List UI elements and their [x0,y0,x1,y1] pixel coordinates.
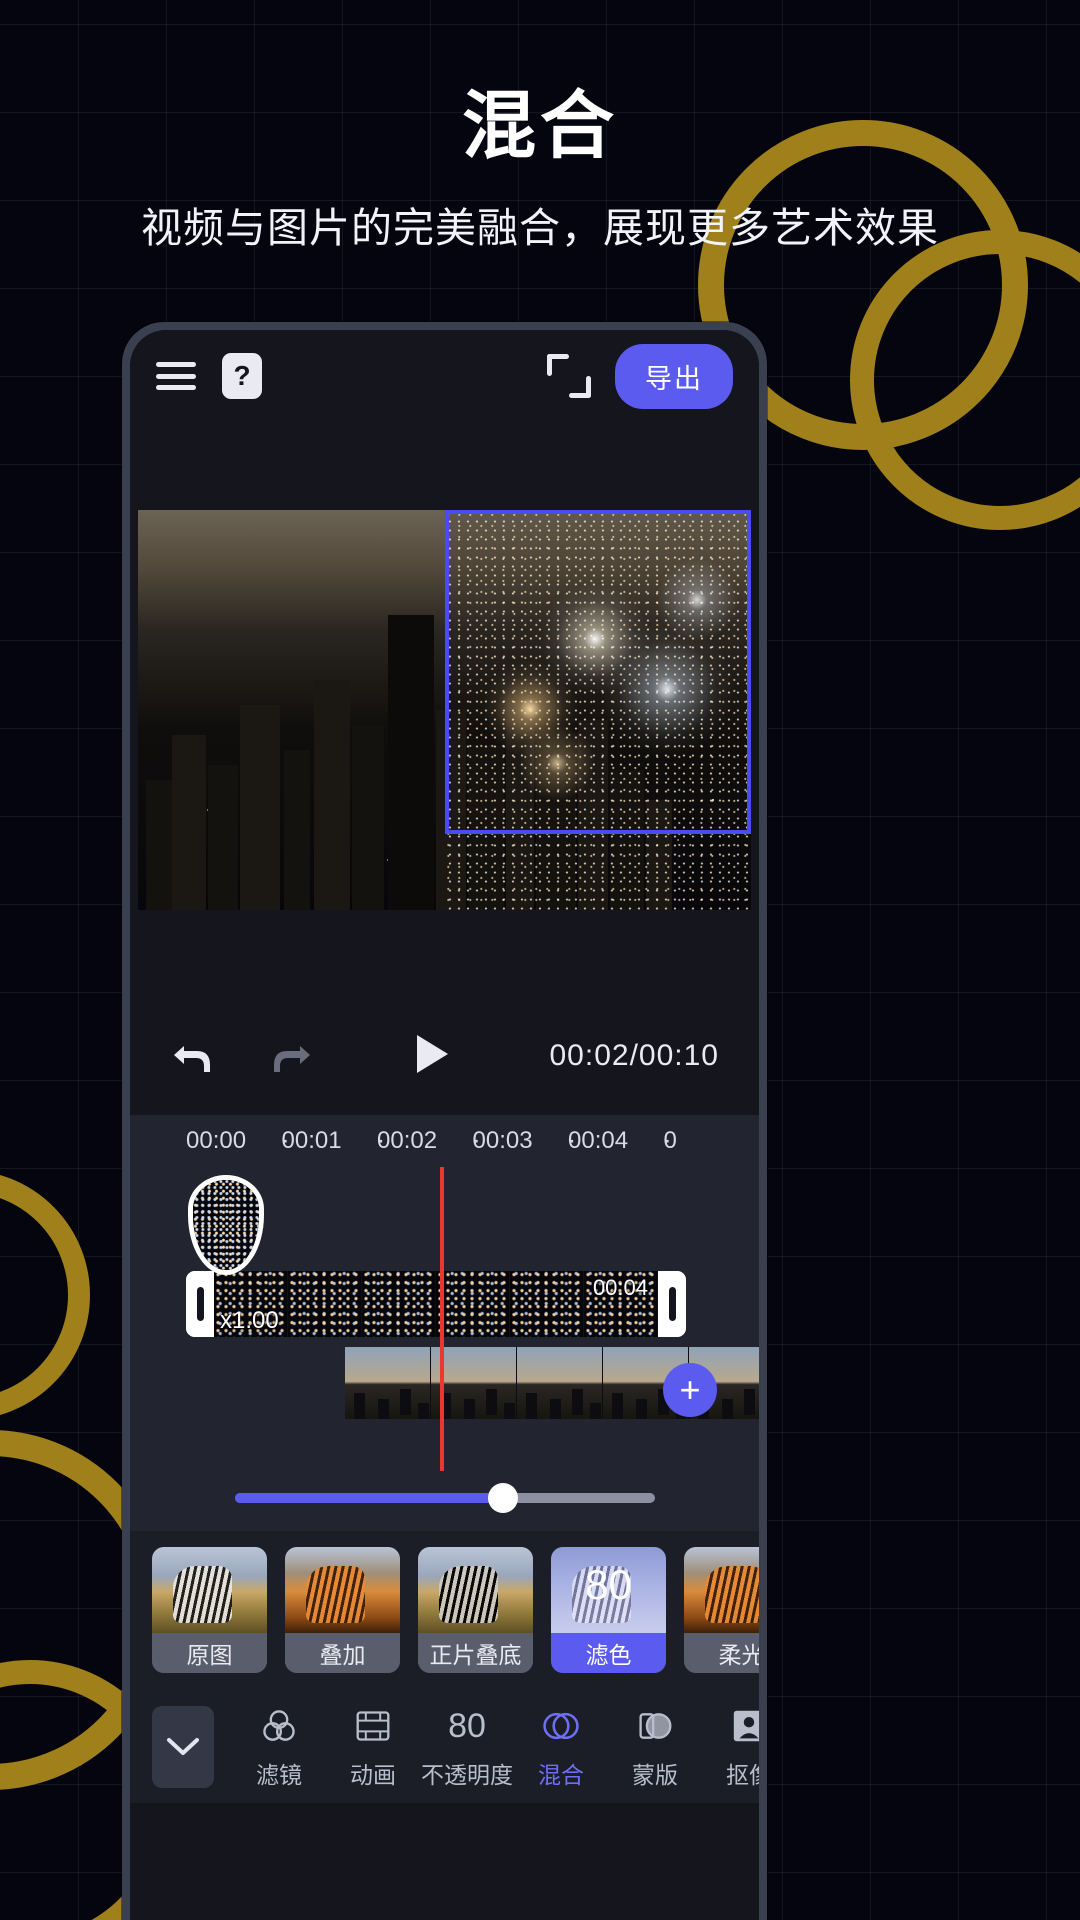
building [240,704,280,910]
preset-value: 80 [585,1561,632,1608]
clip-thumbnail-bubble[interactable] [188,1175,264,1275]
tab-label: 抠像 [726,1762,759,1788]
filter-circles-icon [259,1704,299,1748]
clip-trim-handle-right[interactable] [658,1271,686,1337]
building-tower [388,614,434,910]
timeline-panel: 00:00 · 00:01 · 00:02 · 00:03 · 00:04 · … [130,1115,759,1531]
chevron-down-icon[interactable] [152,1706,214,1788]
tab-label: 不透明度 [421,1762,513,1788]
ruler-tick: 00:02 [377,1127,438,1154]
blend-mode-list[interactable]: 原图 叠加 正片叠底 80 滤色 柔光 [130,1531,759,1691]
blend-overlap-circles-icon [540,1704,582,1748]
redo-arrow-icon[interactable] [268,1036,314,1076]
ruler-tick: 00:03 [472,1127,533,1154]
building [284,749,310,910]
opacity-slider[interactable] [234,1483,655,1513]
crop-aspect-ratio-icon[interactable] [547,354,591,398]
preset-label: 叠加 [285,1633,400,1673]
preset-label: 原图 [152,1633,267,1673]
phone-mockup-frame: ? 导出 00:02/00:10 00:00 · 00:01 · 00:02 ·… [122,322,767,1920]
phone-screen: ? 导出 00:02/00:10 00:00 · 00:01 · 00:02 ·… [130,330,759,1920]
slider-knob[interactable] [488,1483,519,1513]
building [146,779,172,910]
blend-preset-softlight[interactable]: 柔光 [684,1547,759,1673]
play-button[interactable] [412,1031,452,1082]
tab-animation[interactable]: 动画 [326,1704,420,1790]
promo-page: 混合 视频与图片的完美融合，展现更多艺术效果 ? 导出 00:02/00:10 … [0,0,1080,1920]
tab-opacity[interactable]: 80 不透明度 [420,1704,514,1790]
ruler-tick: 00:01 [281,1127,342,1154]
tab-label: 动画 [350,1762,396,1788]
opacity-value: 80 [448,1706,486,1745]
blend-preset-screen[interactable]: 80 滤色 [551,1547,666,1673]
help-question-icon[interactable]: ? [222,353,262,399]
clip-duration-label: 00:04 [592,1275,648,1300]
preset-label: 柔光 [684,1633,759,1673]
building [208,764,238,910]
preset-thumbnail [152,1547,267,1633]
mask-shapes-icon [635,1704,675,1748]
timeline-tracks: x1.00 00:04 + [130,1167,759,1477]
playhead-line [440,1219,444,1471]
selected-clip[interactable]: x1.00 00:04 [186,1271,686,1337]
preset-label: 正片叠底 [418,1633,533,1673]
clip-filmstrip: x1.00 00:04 [214,1271,658,1337]
tab-label: 滤镜 [256,1762,302,1788]
tab-label: 蒙版 [632,1762,678,1788]
page-title: 混合 [462,84,618,167]
blend-preset-multiply[interactable]: 正片叠底 [418,1547,533,1673]
tab-mask[interactable]: 蒙版 [608,1704,702,1790]
tab-label: 混合 [538,1762,584,1788]
hamburger-menu-icon[interactable] [156,362,196,390]
firework-burst [646,549,747,650]
export-button[interactable]: 导出 [615,343,733,409]
time-display: 00:02/00:10 [549,1039,719,1072]
tab-filter[interactable]: 滤镜 [232,1704,326,1790]
opacity-number-icon: 80 [448,1704,486,1748]
add-clip-button[interactable]: + [663,1363,717,1417]
ruler-tick: 0 [663,1127,677,1154]
blend-preset-original[interactable]: 原图 [152,1547,267,1673]
film-strip-icon [353,1704,393,1748]
preset-label: 滤色 [551,1633,666,1673]
building [352,724,384,910]
app-header: ? 导出 [130,330,759,422]
preset-thumbnail [684,1547,759,1633]
preset-thumbnail: 80 [551,1547,666,1633]
chroma-key-person-icon [730,1704,759,1748]
help-glyph: ? [233,360,251,391]
fireworks-overlay-layer [444,509,751,910]
building [172,734,206,910]
tab-blend[interactable]: 混合 [514,1704,608,1790]
opacity-slider-row [130,1477,759,1525]
slider-fill [234,1493,504,1503]
ruler-tick: 00:00 [186,1127,247,1154]
clip-trim-handle-left[interactable] [186,1271,214,1337]
preset-thumbnail [418,1547,533,1633]
ruler-tick: 00:04 [568,1127,629,1154]
blend-preset-overlay[interactable]: 叠加 [285,1547,400,1673]
video-preview-area [130,422,759,997]
undo-arrow-icon[interactable] [170,1036,216,1076]
video-preview[interactable] [138,509,751,910]
timeline-ruler[interactable]: 00:00 · 00:01 · 00:02 · 00:03 · 00:04 · … [130,1115,759,1167]
page-subtitle: 视频与图片的完美融合，展现更多艺术效果 [141,205,939,251]
firework-burst [511,717,602,808]
bottom-toolbar: 滤镜 动画 80 不透明度 混合 蒙版 抠 [130,1691,759,1803]
playback-controls: 00:02/00:10 [130,997,759,1115]
tab-chromakey[interactable]: 抠像 [702,1704,759,1790]
preset-thumbnail [285,1547,400,1633]
playhead-head[interactable] [440,1167,444,1219]
building [314,679,350,910]
clip-speed-label: x1.00 [220,1307,279,1334]
